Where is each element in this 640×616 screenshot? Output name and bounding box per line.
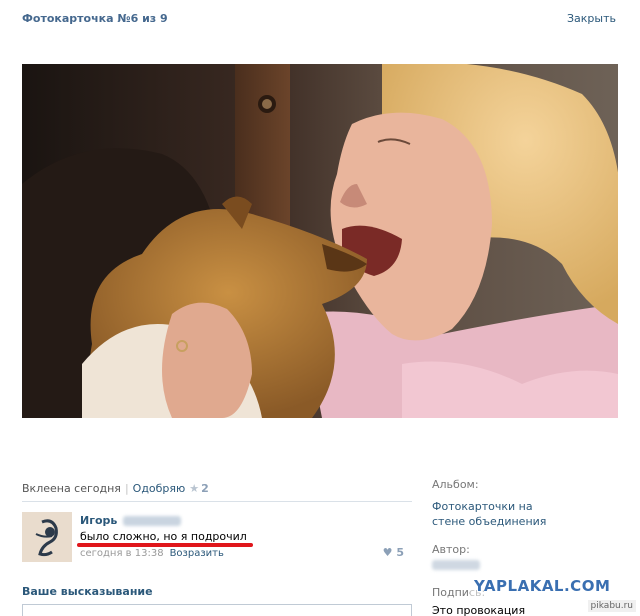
separator: |	[124, 482, 129, 495]
comment-likes[interactable]: ♥ 5	[383, 546, 404, 559]
comment-meta: сегодня в 13:38 Возразить	[80, 548, 224, 559]
your-opinion-heading: Ваше высказывание	[22, 585, 153, 598]
photo-meta-bar: Вклеена сегодня | Одобряю ★ 2	[22, 482, 412, 502]
comment-date[interactable]: сегодня в 13:38	[80, 548, 164, 559]
posted-label: Вклеена сегодня	[22, 482, 121, 495]
album-link[interactable]: Фотокарточки на стене объединения	[432, 499, 552, 529]
comment-author-name[interactable]: Игорь	[80, 514, 117, 527]
author-row	[432, 560, 622, 573]
comment-item: Игорь было сложно, но я подрочил сегодня…	[22, 512, 412, 562]
red-underline	[77, 543, 253, 547]
photo-illustration	[22, 64, 618, 418]
comment-text: было сложно, но я подрочил	[80, 530, 247, 543]
heart-icon[interactable]: ♥	[383, 546, 393, 559]
album-label: Альбом:	[432, 478, 479, 491]
photo-viewer-header: Фотокарточка №6 из 9 Закрыть	[0, 0, 640, 40]
comment-author[interactable]: Игорь	[80, 514, 182, 527]
comment-input[interactable]	[22, 604, 412, 616]
likes-count: 2	[201, 482, 209, 495]
blurred-author[interactable]	[432, 560, 480, 570]
author-label: Автор:	[432, 543, 470, 556]
blurred-surname	[123, 516, 182, 526]
avatar-image	[22, 512, 72, 562]
main-photo[interactable]	[22, 64, 618, 418]
watermark: YAPLAKAL.COM	[474, 577, 611, 595]
avatar[interactable]	[22, 512, 72, 562]
approve-link[interactable]: Одобряю	[133, 482, 186, 495]
close-button[interactable]: Закрыть	[567, 12, 616, 25]
photo-counter-title: Фотокарточка №6 из 9	[22, 12, 168, 25]
comment-likes-count: 5	[396, 546, 404, 559]
pikabu-watermark: pikabu.ru	[587, 600, 636, 612]
star-icon[interactable]: ★	[189, 482, 199, 495]
reply-link[interactable]: Возразить	[170, 548, 224, 559]
